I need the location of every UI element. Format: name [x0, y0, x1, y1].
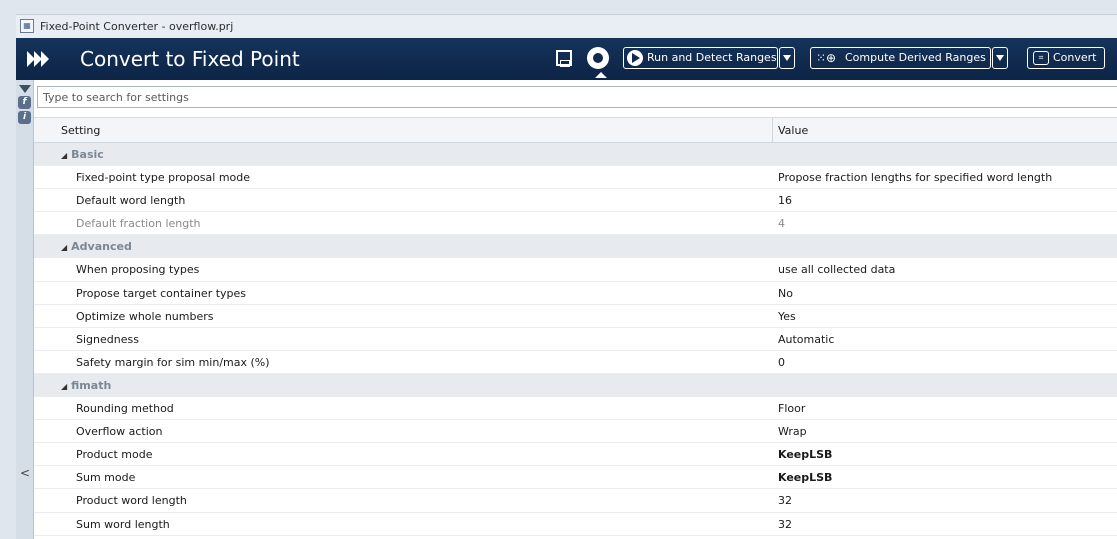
setting-value[interactable]: 32	[778, 518, 792, 531]
setting-value[interactable]: use all collected data	[778, 263, 895, 276]
table-row[interactable]: Overflow action Wrap	[34, 420, 1117, 444]
setting-value[interactable]: Floor	[778, 402, 805, 415]
table-row[interactable]: Default word length 16	[34, 189, 1117, 213]
setting-name: Product mode	[76, 448, 153, 462]
table-row[interactable]: Signedness Automatic	[34, 328, 1117, 351]
group-label: Basic	[61, 148, 104, 161]
setting-value[interactable]: Automatic	[778, 333, 834, 346]
info-icon[interactable]: i	[18, 111, 31, 124]
setting-name: Optimize whole numbers	[76, 309, 214, 323]
run-detect-ranges-button[interactable]: Run and Detect Ranges	[623, 47, 778, 69]
setting-name: Sum mode	[76, 471, 136, 485]
app-window: ▦ Fixed-Point Converter - overflow.prj C…	[0, 0, 1117, 539]
title-bar: ▦ Fixed-Point Converter - overflow.prj	[16, 14, 1117, 39]
setting-value[interactable]: 16	[778, 194, 792, 207]
search-box[interactable]	[37, 86, 1117, 108]
setting-value[interactable]: 32	[778, 494, 792, 507]
left-rail: f i <	[16, 80, 34, 539]
group-fimath[interactable]: fimath	[34, 373, 1117, 398]
setting-name: Propose target container types	[76, 286, 247, 300]
column-header-setting: Setting	[61, 124, 101, 137]
group-label: fimath	[61, 379, 111, 392]
setting-name: Signedness	[76, 332, 139, 346]
setting-value: 4	[778, 217, 785, 231]
settings-panel: Setting Value Basic Fixed-point type pro…	[34, 80, 1117, 539]
app-icon: ▦	[20, 19, 34, 33]
setting-value[interactable]: 0	[778, 356, 785, 369]
table-row[interactable]: Product mode KeepLSB	[34, 443, 1117, 467]
table-row[interactable]: Optimize whole numbers Yes	[34, 305, 1117, 328]
setting-name: Default word length	[76, 194, 186, 208]
setting-value[interactable]: Wrap	[778, 425, 807, 438]
column-header-value: Value	[778, 124, 809, 137]
table-row[interactable]: When proposing types use all collected d…	[34, 258, 1117, 282]
setting-name: Fixed-point type proposal mode	[76, 171, 251, 185]
window-title: Fixed-Point Converter - overflow.prj	[40, 20, 234, 33]
compute-derived-ranges-label: Compute Derived Ranges	[845, 51, 986, 64]
setting-name: Default fraction length	[76, 217, 201, 231]
table-row[interactable]: Fixed-point type proposal mode Propose f…	[34, 166, 1117, 190]
table-row[interactable]: Sum mode KeepLSB	[34, 466, 1117, 490]
table-row: Default fraction length 4	[34, 212, 1117, 236]
play-icon	[627, 50, 643, 66]
setting-name: Sum word length	[76, 517, 170, 531]
setting-value[interactable]: Yes	[778, 310, 796, 323]
collapse-panel-icon[interactable]: <	[20, 466, 30, 480]
group-basic[interactable]: Basic	[34, 143, 1117, 167]
settings-table: Setting Value Basic Fixed-point type pro…	[34, 117, 1117, 536]
setting-name: Overflow action	[76, 425, 163, 439]
derive-dropdown-button[interactable]	[992, 47, 1008, 69]
table-row[interactable]: Sum word length 32	[34, 513, 1117, 536]
convert-icon: ⌗	[1033, 51, 1049, 65]
setting-value[interactable]: KeepLSB	[778, 471, 832, 484]
run-detect-ranges-label: Run and Detect Ranges	[647, 51, 777, 64]
page-title: Convert to Fixed Point	[80, 47, 300, 71]
table-row[interactable]: Rounding method Floor	[34, 397, 1117, 421]
table-row[interactable]: Safety margin for sim min/max (%) 0	[34, 351, 1117, 374]
setting-name: When proposing types	[76, 263, 200, 277]
setting-name: Safety margin for sim min/max (%)	[76, 355, 270, 369]
convert-button[interactable]: ⌗ Convert	[1027, 47, 1105, 69]
save-icon[interactable]	[556, 50, 572, 67]
settings-pointer	[595, 72, 607, 78]
table-row[interactable]: Propose target container types No	[34, 282, 1117, 305]
setting-name: Rounding method	[76, 402, 174, 416]
setting-value[interactable]: No	[778, 287, 793, 300]
compute-derived-ranges-button[interactable]: ⁙⊕ Compute Derived Ranges	[810, 47, 991, 69]
convert-label: Convert	[1053, 51, 1097, 64]
function-icon[interactable]: f	[18, 96, 31, 109]
table-row[interactable]: Product word length 32	[34, 489, 1117, 513]
table-header: Setting Value	[34, 117, 1117, 143]
run-dropdown-button[interactable]	[779, 47, 795, 69]
setting-value[interactable]: KeepLSB	[778, 448, 832, 461]
derive-ranges-icon: ⁙⊕	[816, 51, 837, 65]
filter-dropdown-icon[interactable]	[19, 85, 31, 93]
group-advanced[interactable]: Advanced	[34, 235, 1117, 259]
toolstrip: Convert to Fixed Point Run and Detect Ra…	[16, 38, 1117, 80]
chevron-right-icon	[27, 51, 49, 67]
search-input[interactable]	[38, 87, 1117, 107]
setting-name: Product word length	[76, 494, 187, 508]
column-divider[interactable]	[772, 118, 773, 142]
gear-icon[interactable]	[587, 47, 609, 69]
setting-value[interactable]: Propose fraction lengths for specified w…	[778, 171, 1052, 184]
group-label: Advanced	[61, 240, 132, 253]
